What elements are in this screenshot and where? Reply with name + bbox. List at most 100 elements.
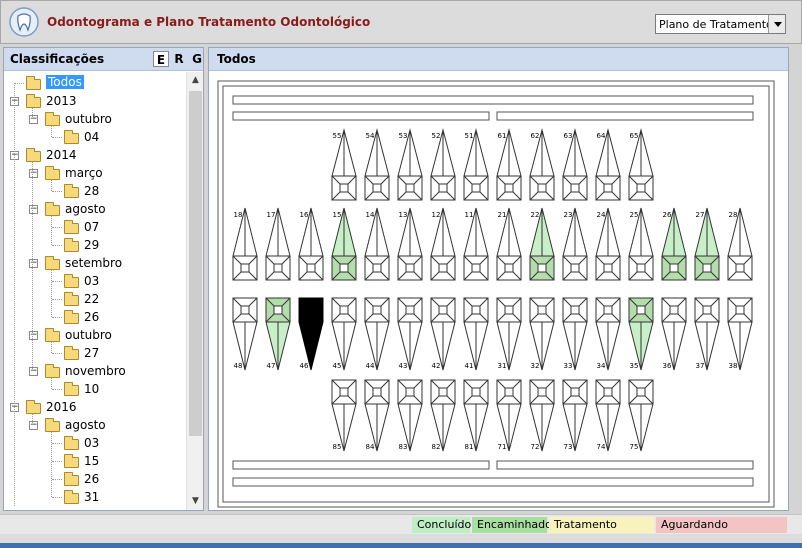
tooth-number: 81 (465, 443, 474, 451)
tooth-number: 14 (366, 211, 375, 219)
tooth-center (240, 263, 250, 273)
collapse-icon[interactable]: − (29, 205, 38, 214)
tooth-center (636, 263, 646, 273)
tooth-center (405, 183, 415, 193)
tooth-center (570, 263, 580, 273)
tree-node-label: 2013 (46, 94, 77, 108)
tooth-center (471, 183, 481, 193)
tree-node-label: outubro (65, 112, 112, 126)
tree-node-label: 2014 (46, 148, 77, 162)
tooth-center (537, 183, 547, 193)
tree-connector (52, 497, 62, 498)
tooth-number: 53 (399, 132, 408, 140)
folder-icon (64, 220, 79, 234)
tree-connector (52, 353, 62, 354)
tree-scrollbar[interactable]: ▲ ▼ (186, 72, 203, 510)
folder-icon (26, 76, 41, 90)
tooth-number: 65 (630, 132, 639, 140)
tree-node-label: março (65, 166, 103, 180)
legend-encaminhado: Encaminhado (472, 517, 552, 533)
tooth-center (702, 305, 712, 315)
odontogram-chart: 55 54 53 52 51 61 62 63 64 65 18 17 16 15 14 13 12 11 21 22… (217, 80, 775, 508)
tree-node[interactable]: 26 (4, 470, 186, 488)
tree-connector (52, 461, 62, 462)
tree-node-label: Todos (46, 75, 84, 89)
tooth-number: 41 (465, 362, 474, 370)
collapse-icon[interactable]: − (29, 259, 38, 268)
app-title: Odontograma e Plano Tratamento Odontológ… (47, 15, 371, 29)
tooth-number: 38 (729, 362, 738, 370)
tooth-number: 64 (597, 132, 606, 140)
tree-node[interactable]: 04 (4, 128, 186, 146)
tree-node[interactable]: 10 (4, 380, 186, 398)
tooth-number: 43 (399, 362, 408, 370)
tooth-center (537, 305, 547, 315)
scroll-up-icon[interactable]: ▲ (187, 72, 204, 89)
tooth-center (636, 305, 646, 315)
tooth-number: 11 (465, 211, 474, 219)
tooth-center (537, 387, 547, 397)
tooth-center (669, 263, 679, 273)
tooth-number: 28 (729, 211, 738, 219)
tooth-center (735, 263, 745, 273)
tooth-center (372, 183, 382, 193)
tooth-center (273, 263, 283, 273)
collapse-icon[interactable]: − (29, 115, 38, 124)
r-button[interactable]: R (171, 51, 187, 67)
legend-bar: Concluído Encaminhado Tratamento Interno… (0, 514, 802, 547)
tooth-number: 42 (432, 362, 441, 370)
classifications-panel: Classificações E R G Todos −2013− outubro 0… (3, 47, 204, 511)
tree-node[interactable]: 03 (4, 434, 186, 452)
folder-icon (45, 112, 60, 126)
tree-node-label: novembro (65, 364, 126, 378)
tooth-center (504, 387, 514, 397)
e-button[interactable]: E (153, 51, 169, 67)
tree-connector (52, 317, 62, 318)
collapse-icon[interactable]: − (29, 421, 38, 430)
tooth-number: 37 (696, 362, 705, 370)
tree-node-label: 03 (84, 274, 100, 288)
tooth-number: 27 (696, 211, 705, 219)
tooth-number: 36 (663, 362, 672, 370)
tooth-center (570, 387, 580, 397)
tooth-number: 48 (234, 362, 243, 370)
tooth-number: 73 (564, 443, 573, 451)
arch-bar (232, 460, 490, 470)
tooth-center (603, 183, 613, 193)
tooth-number: 24 (597, 211, 606, 219)
mode-select[interactable]: Plano de Tratamento (655, 14, 786, 34)
folder-icon (45, 364, 60, 378)
tree-node-label: outubro (65, 328, 112, 342)
tooth-center (471, 263, 481, 273)
tooth-number: 61 (498, 132, 507, 140)
tree-connector (52, 299, 62, 300)
tooth-center (438, 183, 448, 193)
arch-bar (232, 111, 490, 121)
tree-guide (51, 180, 52, 191)
scroll-thumb[interactable] (189, 91, 202, 436)
tree-node-label: setembro (65, 256, 123, 270)
tooth-center (570, 305, 580, 315)
tree-node[interactable]: 31 (4, 488, 186, 506)
tooth-number: 51 (465, 132, 474, 140)
collapse-icon[interactable]: − (29, 331, 38, 340)
tooth-number: 72 (531, 443, 540, 451)
collapse-icon[interactable]: − (29, 169, 38, 178)
g-button[interactable]: G (189, 51, 205, 67)
tree-node-label: 04 (84, 130, 100, 144)
scroll-down-icon[interactable]: ▼ (187, 493, 204, 510)
tooth-number: 34 (597, 362, 606, 370)
odontogram-title: Todos (217, 52, 256, 66)
tree-node[interactable]: Todos (4, 74, 186, 92)
tree-node-label: agosto (65, 202, 106, 216)
collapse-icon[interactable]: − (29, 367, 38, 376)
folder-icon (45, 202, 60, 216)
tooth-number: 32 (531, 362, 540, 370)
tree-node[interactable]: 15 (4, 452, 186, 470)
tree-node-label: 10 (84, 382, 100, 396)
tooth-number: 12 (432, 211, 441, 219)
classifications-title: Classificações (10, 52, 105, 66)
arch-bar (496, 111, 754, 121)
tooth-center (669, 305, 679, 315)
dropdown-arrow-icon[interactable] (768, 15, 785, 33)
